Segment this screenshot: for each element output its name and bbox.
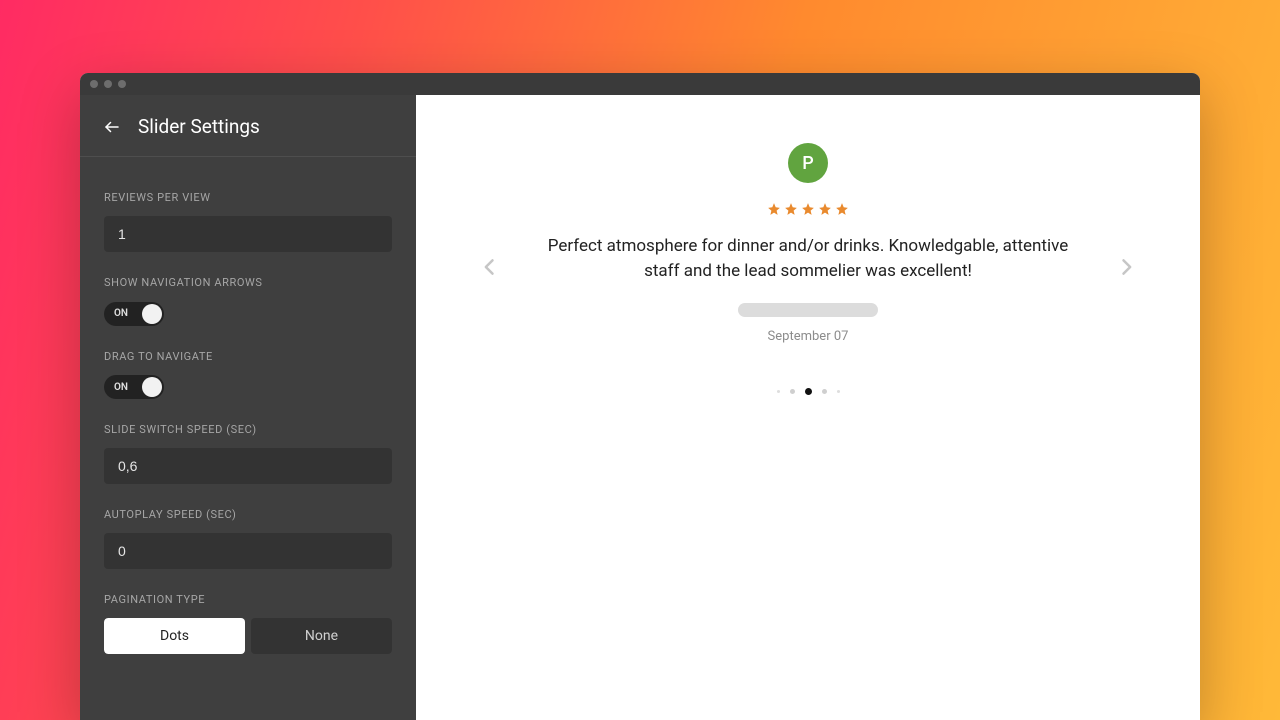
toggle-knob — [142, 377, 162, 397]
reviewer-name-placeholder — [738, 303, 878, 317]
star-icon — [767, 201, 781, 220]
autoplay-speed-input[interactable] — [104, 533, 392, 569]
field-reviews-per-view: REVIEWS PER VIEW — [104, 191, 392, 252]
window-control-max[interactable] — [118, 80, 126, 88]
drag-navigate-toggle[interactable]: ON — [104, 375, 164, 399]
sidebar-title: Slider Settings — [138, 115, 260, 138]
star-icon — [818, 201, 832, 220]
app-window: Slider Settings REVIEWS PER VIEW SHOW NA… — [80, 73, 1200, 720]
pagination-dot[interactable] — [837, 390, 840, 393]
field-autoplay-speed: AUTOPLAY SPEED (SEC) — [104, 508, 392, 569]
switch-speed-input[interactable] — [104, 448, 392, 484]
preview-pane: P Perfect atmosphere for dinner and/or d… — [416, 95, 1200, 720]
sidebar-content: REVIEWS PER VIEW SHOW NAVIGATION ARROWS … — [80, 157, 416, 678]
pagination-option-none[interactable]: None — [251, 618, 392, 654]
toggle-state-label: ON — [114, 382, 128, 393]
pagination-dots — [777, 388, 840, 395]
toggle-knob — [142, 304, 162, 324]
field-label: SHOW NAVIGATION ARROWS — [104, 276, 392, 289]
pagination-dot[interactable] — [777, 390, 780, 393]
reviewer-avatar: P — [788, 143, 828, 183]
field-label: AUTOPLAY SPEED (SEC) — [104, 508, 392, 521]
review-slide[interactable]: P Perfect atmosphere for dinner and/or d… — [416, 143, 1200, 395]
pagination-dot[interactable] — [822, 389, 827, 394]
field-pagination-type: PAGINATION TYPE Dots None — [104, 593, 392, 654]
pagination-segmented: Dots None — [104, 618, 392, 654]
window-control-close[interactable] — [90, 80, 98, 88]
show-arrows-toggle[interactable]: ON — [104, 302, 164, 326]
settings-sidebar: Slider Settings REVIEWS PER VIEW SHOW NA… — [80, 95, 416, 720]
review-text: Perfect atmosphere for dinner and/or dri… — [528, 234, 1088, 283]
field-label: REVIEWS PER VIEW — [104, 191, 392, 204]
window-control-min[interactable] — [104, 80, 112, 88]
sidebar-header: Slider Settings — [80, 95, 416, 157]
field-drag-navigate: DRAG TO NAVIGATE ON — [104, 350, 392, 400]
field-switch-speed: SLIDE SWITCH SPEED (SEC) — [104, 423, 392, 484]
reviews-per-view-input[interactable] — [104, 216, 392, 252]
window-titlebar — [80, 73, 1200, 95]
star-icon — [835, 201, 849, 220]
field-label: PAGINATION TYPE — [104, 593, 392, 606]
toggle-state-label: ON — [114, 308, 128, 319]
pagination-option-dots[interactable]: Dots — [104, 618, 245, 654]
review-date: September 07 — [768, 329, 849, 344]
star-icon — [784, 201, 798, 220]
rating-stars — [767, 201, 849, 220]
star-icon — [801, 201, 815, 220]
field-label: SLIDE SWITCH SPEED (SEC) — [104, 423, 392, 436]
back-arrow-icon[interactable] — [102, 117, 122, 137]
field-label: DRAG TO NAVIGATE — [104, 350, 392, 363]
pagination-dot[interactable] — [790, 389, 795, 394]
pagination-dot[interactable] — [805, 388, 812, 395]
field-show-arrows: SHOW NAVIGATION ARROWS ON — [104, 276, 392, 326]
